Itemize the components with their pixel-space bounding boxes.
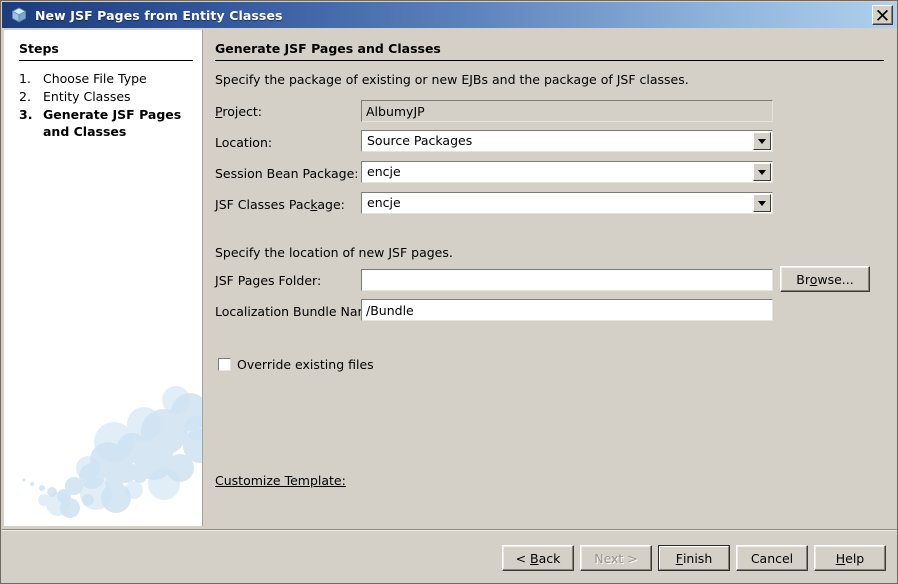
jsf-classes-package-value: encje <box>367 195 401 210</box>
step-label: Entity Classes <box>43 89 131 104</box>
steps-panel: Steps 1. Choose File Type 2. Entity Clas… <box>4 30 203 526</box>
step-label: Choose File Type <box>43 71 147 86</box>
steps-heading: Steps <box>19 41 59 56</box>
jsf-pages-folder-input[interactable] <box>361 269 773 291</box>
override-existing-files-row[interactable]: Override existing files <box>218 357 374 372</box>
localization-bundle-input[interactable] <box>361 299 773 321</box>
location-combobox[interactable]: Source Packages <box>361 130 773 152</box>
cancel-button[interactable]: Cancel <box>736 545 808 571</box>
footer-button-bar: < Back Next > Finish Cancel Help <box>2 531 897 583</box>
steps-divider <box>19 60 193 61</box>
help-button[interactable]: Help <box>814 545 886 571</box>
override-existing-files-checkbox[interactable] <box>218 358 231 371</box>
chevron-down-icon[interactable] <box>753 194 771 212</box>
session-bean-package-label: Session Bean Package: <box>215 166 359 181</box>
jsf-classes-package-combobox[interactable]: encje <box>361 192 773 214</box>
close-icon <box>877 9 888 21</box>
step-number: 2. <box>19 89 31 104</box>
step-label: Generate JSF Pages and Classes <box>43 107 182 139</box>
localization-bundle-label: Localization Bundle Name: <box>215 304 382 319</box>
session-bean-package-combobox[interactable]: encje <box>361 161 773 183</box>
session-bean-package-value: encje <box>367 164 401 179</box>
step-item-1: 1. Choose File Type <box>19 70 197 87</box>
intro-packages-text: Specify the package of existing or new E… <box>215 72 689 87</box>
cube-icon <box>11 7 27 23</box>
decorative-bubbles <box>22 386 202 518</box>
next-button: Next > <box>580 545 652 571</box>
steps-list: 1. Choose File Type 2. Entity Classes 3.… <box>19 70 197 141</box>
project-field <box>361 100 773 122</box>
finish-button-label: Finish <box>659 546 729 570</box>
customize-template-link[interactable]: Customize Template: <box>215 473 346 488</box>
step-item-2: 2. Entity Classes <box>19 88 197 105</box>
chevron-down-icon[interactable] <box>753 163 771 181</box>
chevron-down-icon[interactable] <box>753 132 771 150</box>
jsf-classes-package-label: JSF Classes Package: <box>215 197 345 212</box>
browse-button-label: Browse... <box>796 271 854 287</box>
location-value: Source Packages <box>367 133 473 148</box>
project-label: Project: <box>215 104 262 119</box>
location-label: Location: <box>215 135 273 150</box>
browse-button[interactable]: Browse... <box>780 266 870 292</box>
override-existing-files-label: Override existing files <box>237 357 374 372</box>
step-number: 1. <box>19 71 31 86</box>
title-bar: New JSF Pages from Entity Classes <box>2 2 897 28</box>
step-number: 3. <box>19 107 33 122</box>
finish-button[interactable]: Finish <box>658 545 730 571</box>
step-item-3: 3. Generate JSF Pages and Classes <box>19 106 197 140</box>
cancel-button-label: Cancel <box>750 550 794 566</box>
wizard-dialog: New JSF Pages from Entity Classes Steps … <box>0 0 898 584</box>
close-button[interactable] <box>872 5 893 25</box>
content-divider <box>215 60 884 61</box>
help-button-label: Help <box>835 550 865 566</box>
back-button[interactable]: < Back <box>502 545 574 571</box>
window-title: New JSF Pages from Entity Classes <box>35 7 283 23</box>
intro-location-text: Specify the location of new JSF pages. <box>215 245 453 260</box>
jsf-pages-folder-label: JSF Pages Folder: <box>215 273 322 288</box>
back-button-label: < Back <box>515 550 561 566</box>
next-button-label: Next > <box>594 550 638 566</box>
page-title: Generate JSF Pages and Classes <box>215 41 441 56</box>
